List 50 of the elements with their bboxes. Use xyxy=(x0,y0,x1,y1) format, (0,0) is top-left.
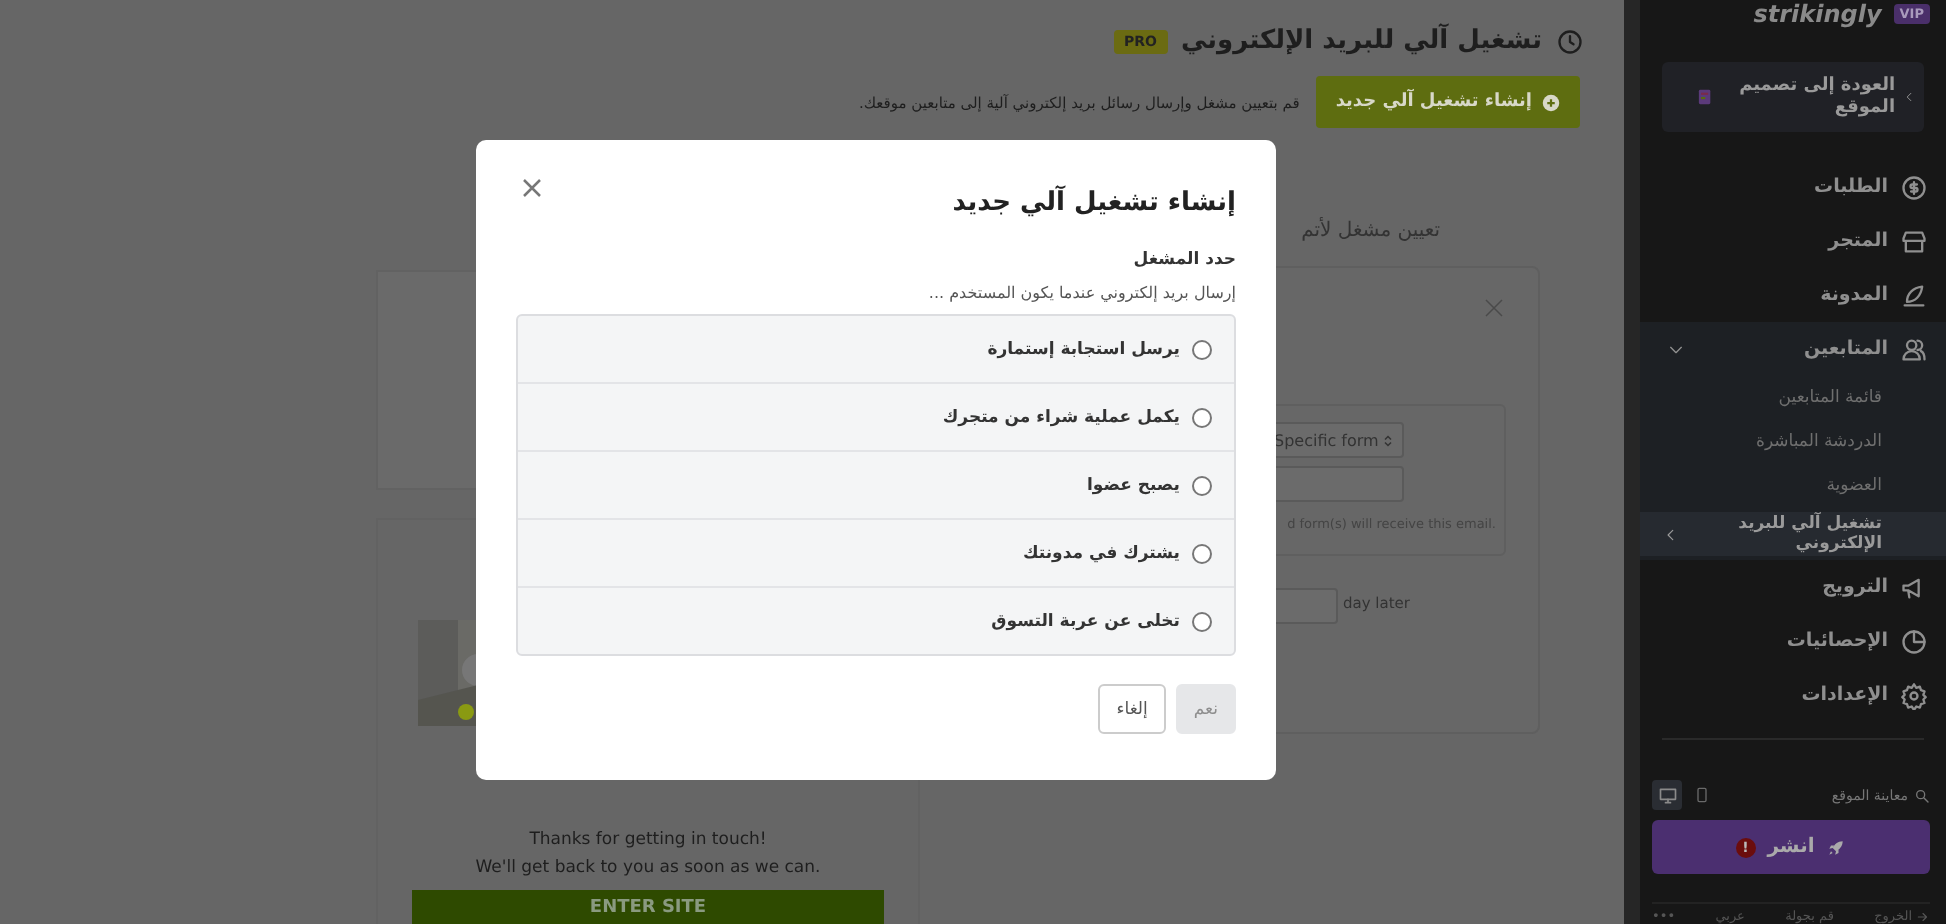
chevron-left-icon xyxy=(1664,527,1678,542)
trigger-option[interactable]: تخلى عن عربة التسوق xyxy=(518,586,1234,654)
prompt-text: إرسال بريد إلكتروني عندما يكون المستخدم ... xyxy=(926,284,1236,302)
radio-button[interactable] xyxy=(1192,407,1212,427)
radio-button[interactable] xyxy=(1192,475,1212,495)
desktop-view-button[interactable] xyxy=(1652,780,1682,811)
rocket-icon xyxy=(1826,837,1847,858)
close-icon xyxy=(1482,296,1506,320)
section-label: حدد المشغل xyxy=(1131,250,1236,270)
phone-icon xyxy=(1693,784,1709,807)
search-icon xyxy=(1914,787,1930,804)
page-title: تشغيل آلي للبريد الإلكتروني xyxy=(1181,26,1542,56)
nav-item[interactable]: الطلبات xyxy=(1640,160,1946,215)
message-text: Thanks for getting in touch! We'll get back to you as soon as we can. xyxy=(475,828,821,882)
select-arrows-icon xyxy=(1382,431,1394,449)
settings-icon xyxy=(1900,681,1928,710)
people-icon xyxy=(1900,335,1928,364)
monitor-icon xyxy=(1657,785,1677,806)
store-icon xyxy=(1900,227,1928,256)
nav-subitem[interactable]: قائمة المتابعين xyxy=(1640,376,1946,421)
plus-circle-icon xyxy=(1542,93,1560,111)
logout-icon xyxy=(1916,909,1930,923)
radio-button[interactable] xyxy=(1192,339,1212,359)
quill-icon xyxy=(1900,281,1928,310)
pie-chart-icon xyxy=(1900,627,1928,656)
clock-icon xyxy=(1556,27,1584,55)
nav-item[interactable]: الإعدادات xyxy=(1640,668,1946,723)
logo-text: strikingly xyxy=(1753,0,1882,28)
chevron-left-icon xyxy=(1903,90,1914,105)
radio-button[interactable] xyxy=(1192,611,1212,631)
cancel-button[interactable]: إلغاء xyxy=(1098,684,1166,734)
create-automation-button[interactable]: إنشاء تشغيل آلي جديد xyxy=(1315,76,1580,128)
nav-item[interactable]: المتابعين xyxy=(1640,322,1946,377)
back-to-editor-button[interactable]: العودة إلى تصميم الموقع xyxy=(1662,62,1924,133)
trigger-option[interactable]: يكمل عملية شراء من متجرك xyxy=(518,382,1234,450)
nav-subitem[interactable]: تشغيل آلي للبريد الإلكتروني xyxy=(1640,512,1946,557)
nav-item[interactable]: المتجر xyxy=(1640,214,1946,269)
dialog-title: إنشاء تشغيل آلي جديد xyxy=(952,188,1236,218)
enter-site-button[interactable]: ENTER SITE xyxy=(412,890,884,924)
nav-item[interactable]: المدونة xyxy=(1640,268,1946,323)
nav-item[interactable]: الإحصائيات xyxy=(1640,614,1946,669)
nav-subitem[interactable]: العضوية xyxy=(1640,464,1946,509)
nav-item[interactable]: الترويج xyxy=(1640,560,1946,615)
nav-subitem[interactable]: الدردشة المباشرة xyxy=(1640,420,1946,465)
radio-button[interactable] xyxy=(1192,543,1212,563)
trigger-option[interactable]: يصبح عضوا xyxy=(518,450,1234,518)
coin-icon xyxy=(1900,173,1928,202)
trigger-option[interactable]: يشترك في مدونتك xyxy=(518,518,1234,586)
close-icon[interactable] xyxy=(520,176,544,200)
trigger-option[interactable]: يرسل استجابة إستمارة xyxy=(518,316,1234,382)
